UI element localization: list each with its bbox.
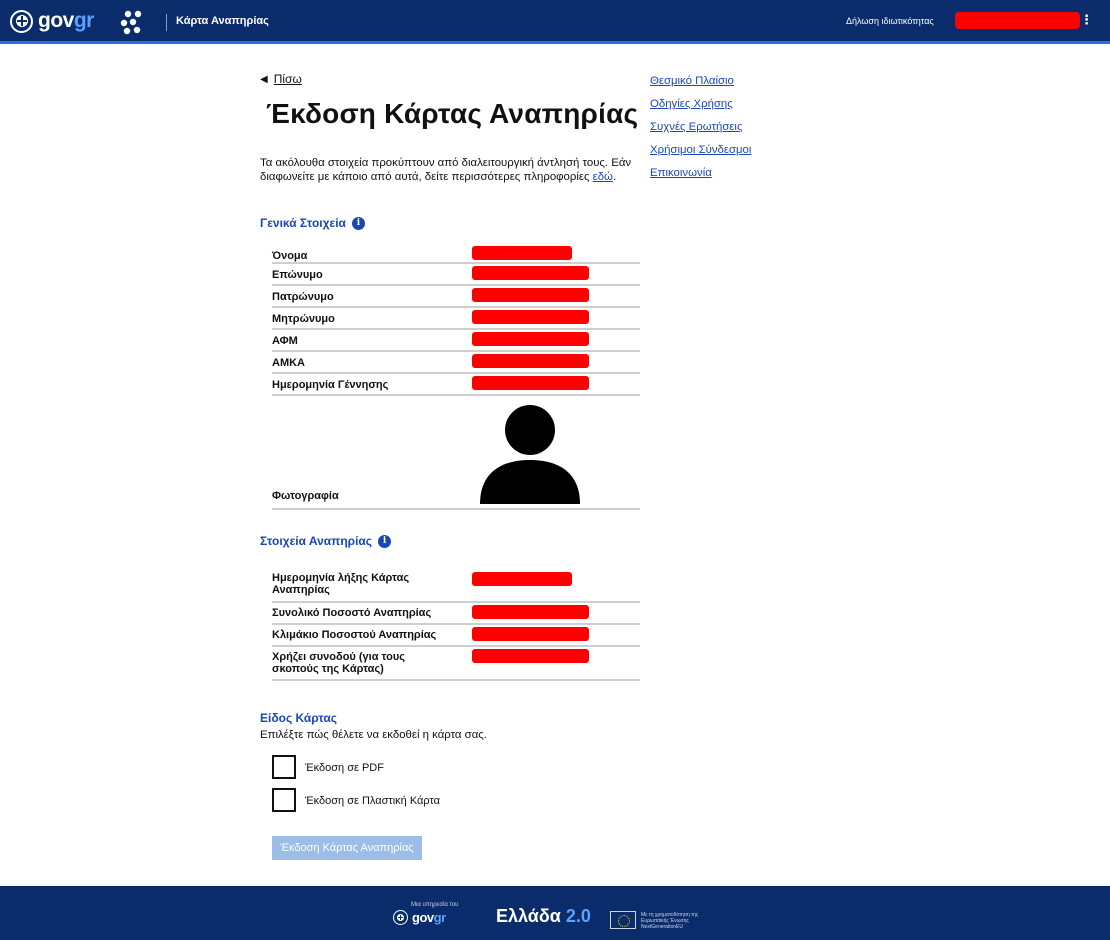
field-value-redacted — [472, 605, 589, 619]
field-label: ΑΜΚΑ — [272, 357, 305, 369]
photo-row: Φωτογραφία — [272, 396, 640, 510]
back-link[interactable]: ◀ Πίσω — [260, 72, 302, 86]
field-row: ΑΦΜ — [272, 330, 640, 352]
seal-icon — [393, 910, 408, 925]
field-value-redacted — [472, 266, 589, 280]
field-label: Χρήζει συνοδού (για τους σκοπούς της Κάρ… — [272, 651, 405, 675]
field-value-redacted — [472, 376, 589, 390]
field-value-redacted — [472, 310, 589, 324]
field-label: Όνομα — [272, 250, 308, 262]
greece-2-0-logo[interactable]: Ελλάδα 2.0 — [496, 906, 591, 927]
field-row: ΑΜΚΑ — [272, 352, 640, 374]
field-row: Πατρώνυμο — [272, 286, 640, 308]
field-row: Χρήζει συνοδού (για τους σκοπούς της Κάρ… — [272, 647, 640, 681]
plastic-card-checkbox[interactable] — [272, 788, 296, 812]
govgr-logo[interactable]: govgr — [10, 8, 94, 34]
top-header: govgr Κάρτα Αναπηρίας Δήλωση ιδιωτικότητ… — [0, 0, 1110, 44]
sidebar-link-legal-framework[interactable]: Θεσμικό Πλαίσιο — [650, 75, 734, 87]
field-row: Κλιμάκιο Ποσοστού Αναπηρίας — [272, 625, 640, 647]
header-divider — [166, 14, 167, 31]
field-row: Μητρώνυμο — [272, 308, 640, 330]
eu-flag-icon — [610, 911, 636, 929]
more-info-link[interactable]: εδώ — [593, 171, 613, 183]
footer-service-of: Μια υπηρεσία του — [411, 902, 459, 908]
field-row: Ημερομηνία Γέννησης — [272, 374, 640, 396]
field-label: Ημερομηνία λήξης Κάρτας Αναπηρίας — [272, 572, 410, 596]
field-label: Πατρώνυμο — [272, 291, 334, 303]
page-title: Έκδοση Κάρτας Αναπηρίας — [266, 98, 639, 129]
sidebar-link-contact[interactable]: Επικοινωνία — [650, 167, 712, 179]
person-silhouette-icon — [480, 405, 580, 504]
field-row: Συνολικό Ποσοστό Αναπηρίας — [272, 603, 640, 625]
intro-text: Τα ακόλουθα στοιχεία προκύπτουν από διαλ… — [260, 157, 632, 183]
field-value-redacted — [472, 332, 589, 346]
pdf-checkbox[interactable] — [272, 755, 296, 779]
user-name-redacted[interactable] — [955, 12, 1080, 29]
field-row: Ημερομηνία λήξης Κάρτας Αναπηρίας — [272, 568, 640, 603]
accessibility-people-icon — [120, 10, 142, 35]
field-label: Φωτογραφία — [272, 490, 339, 502]
back-arrow-icon: ◀ — [260, 73, 268, 85]
pdf-checkbox-label[interactable]: Έκδοση σε PDF — [305, 762, 384, 774]
logo-text: govgr — [38, 9, 94, 32]
field-label: Συνολικό Ποσοστό Αναπηρίας — [272, 607, 432, 619]
privacy-link[interactable]: Δήλωση ιδιωτικότητας — [846, 16, 934, 26]
card-type-subtitle: Επιλέξτε πώς θέλετε να εκδοθεί η κάρτα σ… — [260, 729, 487, 741]
field-label: ΑΦΜ — [272, 335, 298, 347]
field-label: Κλιμάκιο Ποσοστού Αναπηρίας — [272, 629, 437, 641]
field-label: Ημερομηνία Γέννησης — [272, 379, 389, 391]
seal-icon — [10, 9, 33, 33]
plastic-card-checkbox-label[interactable]: Έκδοση σε Πλαστική Κάρτα — [305, 795, 440, 807]
field-label: Επώνυμο — [272, 269, 323, 281]
field-value-redacted — [472, 649, 589, 663]
general-section-title: Γενικά Στοιχεία i — [260, 216, 365, 230]
field-value-redacted — [472, 572, 572, 586]
service-title[interactable]: Κάρτα Αναπηρίας — [176, 15, 269, 27]
sidebar-link-useful-links[interactable]: Χρήσιμοι Σύνδεσμοι — [650, 144, 751, 156]
eu-funding-text: Με τη χρηματοδότηση της Ευρωπαϊκής Ένωση… — [641, 912, 699, 930]
menu-icon[interactable]: ⋮ — [1080, 12, 1093, 28]
field-value-redacted — [472, 246, 572, 260]
field-row: Επώνυμο — [272, 264, 640, 286]
card-type-title: Είδος Κάρτας — [260, 711, 338, 725]
field-row: Όνομα — [272, 242, 640, 264]
info-icon[interactable]: i — [378, 534, 392, 548]
info-icon[interactable]: i — [351, 216, 365, 230]
back-label: Πίσω — [273, 72, 302, 86]
field-value-redacted — [472, 288, 589, 302]
field-label: Μητρώνυμο — [272, 313, 335, 325]
sidebar-link-faq[interactable]: Συχνές Ερωτήσεις — [650, 121, 742, 133]
footer-govgr-logo[interactable]: govgr — [393, 910, 446, 925]
disability-section-title: Στοιχεία Αναπηρίας i — [260, 534, 392, 548]
issue-card-button[interactable]: Έκδοση Κάρτας Αναπηρίας — [272, 836, 422, 860]
sidebar-link-user-guide[interactable]: Οδηγίες Χρήσης — [650, 98, 733, 110]
field-value-redacted — [472, 627, 589, 641]
field-value-redacted — [472, 354, 589, 368]
